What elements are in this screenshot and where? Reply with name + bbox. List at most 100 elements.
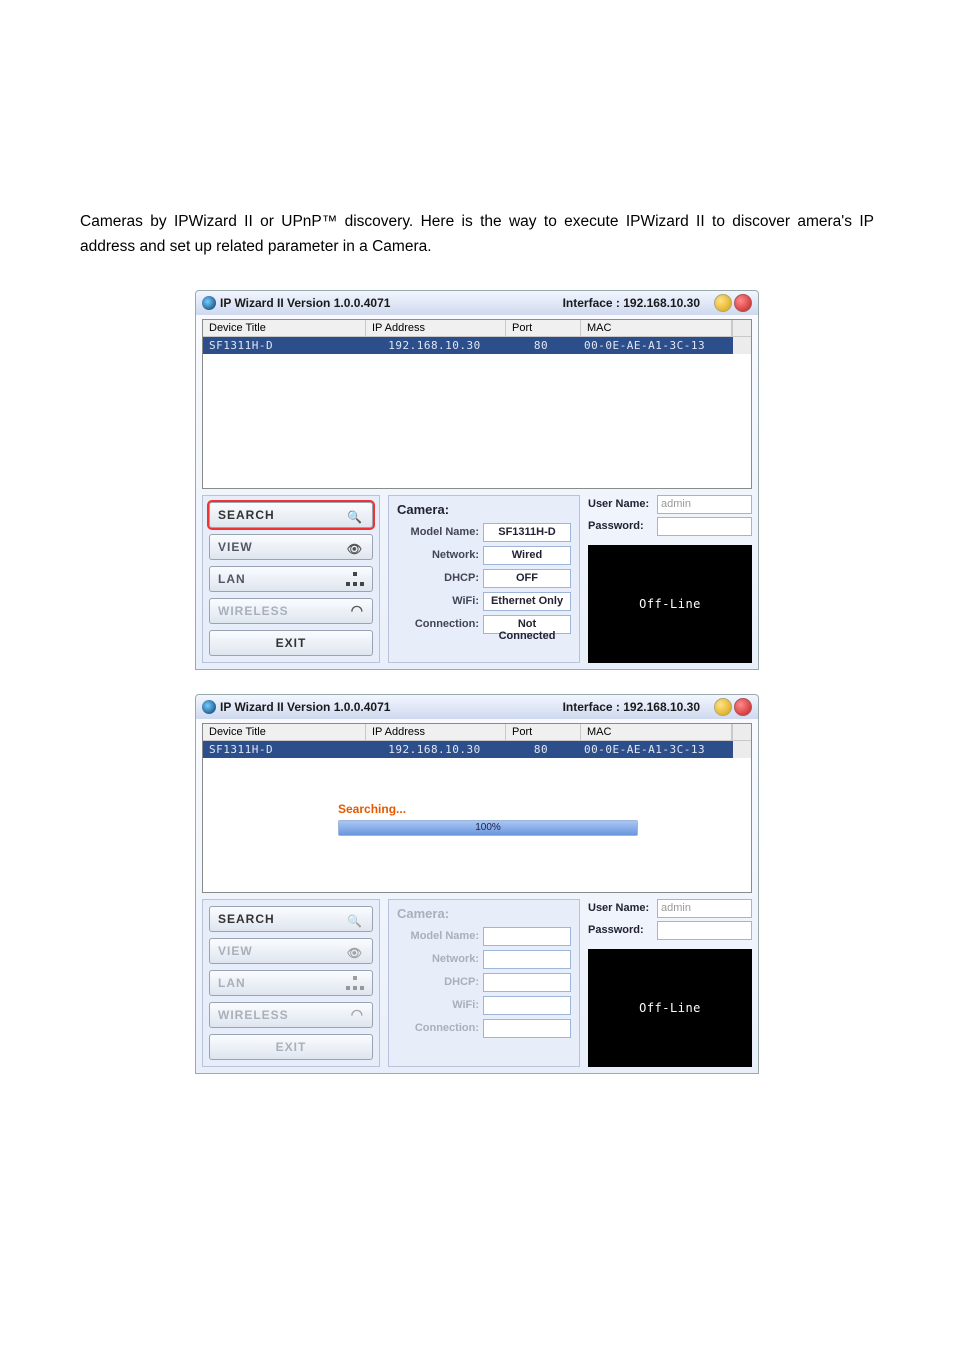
scrollbar-icon[interactable] (732, 320, 751, 336)
wifi-icon: ◠ (351, 1006, 364, 1023)
dhcp-label: DHCP: (397, 976, 479, 988)
view-label: VIEW (218, 540, 253, 554)
col-port[interactable]: Port (506, 724, 581, 740)
eye-icon (346, 944, 364, 958)
device-grid: Device Title IP Address Port MAC SF1311H… (202, 319, 752, 489)
grid-header: Device Title IP Address Port MAC (203, 724, 751, 741)
progress-text: 100% (339, 821, 637, 835)
lan-button[interactable]: LAN (209, 566, 373, 592)
cell-mac: 00-0E-AE-A1-3C-13 (578, 741, 733, 758)
wifi-field-label: WiFi: (397, 999, 479, 1011)
col-device-title[interactable]: Device Title (203, 724, 366, 740)
ipwizard-window-2: IP Wizard II Version 1.0.0.4071 Interfac… (195, 694, 759, 1074)
network-field: Wired (483, 546, 571, 565)
password-input[interactable] (657, 517, 752, 536)
col-mac[interactable]: MAC (581, 724, 732, 740)
network-label: Network: (397, 953, 479, 965)
connection-field (483, 1019, 571, 1038)
password-input[interactable] (657, 921, 752, 940)
col-ip[interactable]: IP Address (366, 320, 506, 336)
credentials-panel: User Name: admin Password: Off-Line (588, 899, 752, 1067)
scrollbar-icon[interactable] (732, 724, 751, 740)
password-label: Password: (588, 924, 654, 936)
lan-button: LAN (209, 970, 373, 996)
window-title: IP Wizard II Version 1.0.0.4071 (220, 296, 390, 310)
close-icon[interactable] (734, 294, 752, 312)
model-name-label: Model Name: (397, 526, 479, 538)
interface-label: Interface : 192.168.10.30 (563, 296, 700, 310)
dhcp-field (483, 973, 571, 992)
camera-section-title: Camera: (397, 906, 571, 921)
lower-panel: SEARCH VIEW LAN WIRELESS ◠ EXIT Camera: (202, 495, 752, 663)
view-button[interactable]: VIEW (209, 534, 373, 560)
col-port[interactable]: Port (506, 320, 581, 336)
dhcp-label: DHCP: (397, 572, 479, 584)
username-input[interactable]: admin (657, 495, 752, 514)
progress-bar: 100% (338, 820, 638, 836)
preview-status: Off-Line (588, 545, 752, 663)
lower-panel: SEARCH VIEW LAN WIRELESS ◠ EXIT Camera: (202, 899, 752, 1067)
ipwizard-window-1: IP Wizard II Version 1.0.0.4071 Interfac… (195, 290, 759, 670)
device-grid: Device Title IP Address Port MAC SF1311H… (202, 723, 752, 893)
wireless-button[interactable]: WIRELESS ◠ (209, 598, 373, 624)
scroll-spacer (733, 337, 751, 354)
col-mac[interactable]: MAC (581, 320, 732, 336)
lan-icon (346, 572, 364, 586)
device-row[interactable]: SF1311H-D 192.168.10.30 80 00-0E-AE-A1-3… (203, 741, 751, 758)
grid-header: Device Title IP Address Port MAC (203, 320, 751, 337)
camera-section-title: Camera: (397, 502, 571, 517)
interface-label: Interface : 192.168.10.30 (563, 700, 700, 714)
wifi-field: Ethernet Only (483, 592, 571, 611)
titlebar: IP Wizard II Version 1.0.0.4071 Interfac… (196, 695, 758, 719)
intro-text: Cameras by IPWizard II or UPnP™ discover… (80, 210, 874, 260)
sidebar: SEARCH VIEW LAN WIRELESS ◠ EXIT (202, 899, 380, 1067)
search-icon (346, 912, 364, 926)
camera-panel: Camera: Model Name: Network: DHCP: WiFi:… (388, 899, 580, 1067)
sidebar: SEARCH VIEW LAN WIRELESS ◠ EXIT (202, 495, 380, 663)
search-button[interactable]: SEARCH (209, 502, 373, 528)
app-icon (202, 700, 216, 714)
dhcp-field: OFF (483, 569, 571, 588)
minimize-icon[interactable] (714, 294, 732, 312)
minimize-icon[interactable] (714, 698, 732, 716)
window-title: IP Wizard II Version 1.0.0.4071 (220, 700, 390, 714)
titlebar: IP Wizard II Version 1.0.0.4071 Interfac… (196, 291, 758, 315)
lan-label: LAN (218, 976, 246, 990)
cell-mac: 00-0E-AE-A1-3C-13 (578, 337, 733, 354)
view-label: VIEW (218, 944, 253, 958)
app-icon (202, 296, 216, 310)
preview-status: Off-Line (588, 949, 752, 1067)
search-icon (346, 508, 364, 522)
username-input[interactable]: admin (657, 899, 752, 918)
close-icon[interactable] (734, 698, 752, 716)
lan-icon (346, 976, 364, 990)
exit-button[interactable]: EXIT (209, 1034, 373, 1060)
exit-label: EXIT (276, 636, 307, 650)
wifi-field (483, 996, 571, 1015)
search-button[interactable]: SEARCH (209, 906, 373, 932)
username-label: User Name: (588, 498, 654, 510)
connection-label: Connection: (397, 618, 479, 630)
col-device-title[interactable]: Device Title (203, 320, 366, 336)
exit-button[interactable]: EXIT (209, 630, 373, 656)
password-label: Password: (588, 520, 654, 532)
col-ip[interactable]: IP Address (366, 724, 506, 740)
wireless-label: WIRELESS (218, 604, 289, 618)
lan-label: LAN (218, 572, 246, 586)
wireless-label: WIRELESS (218, 1008, 289, 1022)
connection-label: Connection: (397, 1022, 479, 1034)
network-label: Network: (397, 549, 479, 561)
searching-label: Searching... (338, 802, 638, 816)
wireless-button: WIRELESS ◠ (209, 1002, 373, 1028)
cell-port: 80 (504, 741, 578, 758)
model-name-label: Model Name: (397, 930, 479, 942)
network-field (483, 950, 571, 969)
cell-device-title: SF1311H-D (203, 741, 365, 758)
model-name-field: SF1311H-D (483, 523, 571, 542)
wifi-field-label: WiFi: (397, 595, 479, 607)
wifi-icon: ◠ (351, 602, 364, 619)
cell-ip: 192.168.10.30 (365, 337, 504, 354)
view-button: VIEW (209, 938, 373, 964)
device-row[interactable]: SF1311H-D 192.168.10.30 80 00-0E-AE-A1-3… (203, 337, 751, 354)
search-label: SEARCH (218, 912, 275, 926)
